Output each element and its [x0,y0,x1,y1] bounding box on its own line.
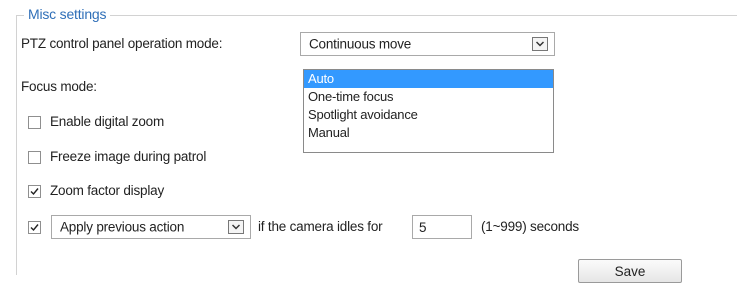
focus-option-manual[interactable]: Manual [304,124,553,142]
ptz-mode-select[interactable]: Continuous move [300,32,555,56]
ptz-mode-selected-value: Continuous move [309,36,412,52]
digital-zoom-checkbox[interactable] [28,116,41,129]
checkmark-icon [30,188,39,196]
digital-zoom-label: Enable digital zoom [50,114,165,129]
zoom-factor-label: Zoom factor display [50,183,164,198]
focus-mode-dropdown-list[interactable]: Auto One-time focus Spotlight avoidance … [303,69,554,153]
idle-action-selected-value: Apply previous action [60,219,185,235]
save-button[interactable]: Save [578,259,682,283]
idle-duration-prefix-text: if the camera idles for [258,219,383,234]
focus-option-auto[interactable]: Auto [304,70,553,88]
ptz-mode-label: PTZ control panel operation mode: [21,36,223,51]
focus-option-spotlight-avoidance[interactable]: Spotlight avoidance [304,106,553,124]
fieldset-border-top [16,15,737,16]
chevron-down-icon [228,220,244,234]
focus-option-one-time-focus[interactable]: One-time focus [304,88,553,106]
freeze-image-checkbox[interactable] [28,151,41,164]
zoom-factor-checkbox[interactable] [28,185,41,198]
idle-action-select[interactable]: Apply previous action [51,215,251,239]
chevron-down-icon [532,37,548,51]
focus-mode-label: Focus mode: [21,79,97,94]
fieldset-border-left [16,15,17,275]
idle-action-checkbox[interactable] [28,221,41,234]
idle-seconds-range-text: (1~999) seconds [481,219,579,234]
freeze-image-label: Freeze image during patrol [50,149,207,164]
idle-seconds-input[interactable] [412,215,472,239]
checkmark-icon [30,224,39,232]
section-legend: Misc settings [24,6,111,22]
